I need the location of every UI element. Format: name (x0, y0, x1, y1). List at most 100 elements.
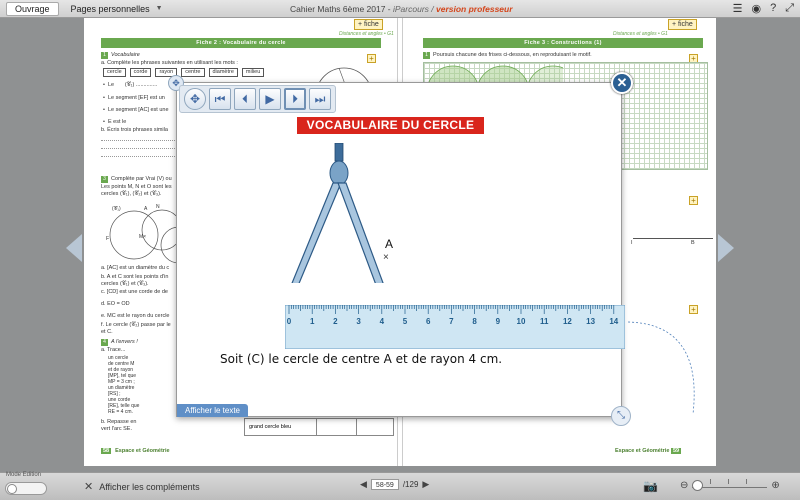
modal-title: VOCABULAIRE DU CERCLE (297, 117, 484, 134)
document-title: Cahier Maths 6ème 2017 - iParcours / ver… (290, 4, 513, 14)
close-icon[interactable]: ✕ (84, 480, 93, 493)
chevron-down-icon: ▼ (155, 5, 163, 12)
zoom-out-icon[interactable]: ⊖ (680, 480, 688, 491)
footer-text: Espace et Géométrie (615, 448, 670, 454)
ruler-number: 9 (496, 317, 501, 326)
skip-start-icon[interactable]: ⏮ (209, 88, 231, 110)
fiche-button[interactable]: + fiche (354, 19, 383, 30)
ruler-number: 7 (449, 317, 454, 326)
svg-text:M×: M× (139, 234, 146, 240)
word-box: diamètre (208, 68, 238, 77)
exercise-3-header: 3 Complète par Vrai (V) ou (101, 176, 172, 183)
mode-edition-label: Mode Edition (6, 472, 42, 478)
page-navigator: ◀ 58-59 /129 ▶ (360, 479, 429, 490)
move-icon[interactable]: ✥ (184, 88, 206, 110)
next-page-icon[interactable]: ▶ (422, 479, 429, 490)
previous-page-icon[interactable]: ◀ (360, 479, 367, 490)
tab-pages-personnelles[interactable]: Pages personnelles ▼ (71, 4, 163, 14)
svg-text:F: F (106, 236, 109, 242)
close-icon[interactable]: ✕ (611, 72, 633, 94)
zoom-in-icon[interactable]: ⊕ (771, 480, 779, 491)
exercise-number: 3 (101, 176, 108, 183)
exercise-3-text: Les points M, N et O sont les cercles (𝒞… (101, 184, 172, 197)
resize-icon[interactable]: ⤡ (611, 406, 631, 426)
ruler-number: 6 (426, 317, 431, 326)
fiche-button[interactable]: + fiche (668, 19, 697, 30)
ruler-number: 5 (403, 317, 408, 326)
zoom-slider-thumb[interactable] (692, 479, 704, 491)
word-box: corde (129, 68, 152, 77)
page-total: /129 (402, 480, 419, 489)
exercise-4-items: un cercle de centre M et de rayon [MP], … (108, 355, 140, 415)
question-d: d. EO = OD (101, 301, 130, 307)
line-text: Le segment [AC] est une (107, 107, 169, 113)
fullscreen-icon[interactable]: ⤢ (785, 2, 794, 15)
exercise-4-header: 4A l'envers ! (101, 339, 138, 346)
complements-toggle[interactable]: ✕ Afficher les compléments (84, 480, 200, 493)
table-cell: grand cercle bleu (245, 419, 317, 435)
exercise-number: 1 (101, 52, 108, 59)
ruler-number: 14 (609, 317, 618, 326)
exercise-1b: b. Écris trois phrases simila (101, 127, 168, 133)
line-text: Le segment [EF] est un (107, 95, 165, 101)
list-icon[interactable]: ☰ (733, 2, 743, 15)
top-toolbar: Ouvrage Pages personnelles ▼ Cahier Math… (0, 0, 800, 18)
exercise-4b: b. Repasse en vert l'arc SE. (101, 419, 136, 433)
zoom-tick (746, 478, 748, 484)
top-icons: ☰ ◉ ? ⤢ (733, 2, 794, 15)
title-version: version professeur (436, 4, 513, 14)
page-banner: Fiche 3 : Constructions (1) (423, 38, 703, 48)
next-page-arrow[interactable] (718, 234, 734, 262)
exercise-title: Complète par Vrai (V) ou (111, 176, 172, 182)
zoom-control: ⊖ ⊕ (680, 478, 780, 491)
show-text-button[interactable]: Afficher le texte (177, 404, 248, 417)
mode-edition-toggle[interactable] (5, 482, 47, 495)
section-tag: Distances et angles • G1 (613, 31, 668, 37)
word-box: milieu (241, 68, 265, 77)
toggle-knob (7, 484, 17, 494)
ruler-number: 8 (472, 317, 477, 326)
add-button[interactable]: + (689, 305, 698, 314)
add-button[interactable]: + (689, 196, 698, 205)
page-number: 58 (101, 448, 112, 454)
help-icon[interactable]: ? (770, 2, 776, 15)
question-e: e. MC est le rayon du cercle (101, 313, 170, 319)
zoom-slider[interactable] (692, 478, 768, 491)
page-banner: Fiche 2 : Vocabulaire du cercle (101, 38, 381, 48)
step-forward-icon[interactable]: ⏵ (284, 88, 306, 110)
exercise-1-text: 1 Poursuis chacune des frises ci-dessous,… (423, 52, 592, 59)
point-a-label: A (385, 237, 394, 251)
ruler-number: 4 (380, 317, 385, 326)
ruler-number: 2 (333, 317, 338, 326)
zoom-tick (710, 478, 712, 484)
tab-ouvrage[interactable]: Ouvrage (6, 1, 59, 16)
line-text: E est le (107, 119, 127, 125)
page-number: 59 (670, 448, 682, 454)
play-icon[interactable]: ▶ (259, 88, 281, 110)
line-ac: • Le segment [AC] est une (103, 107, 169, 113)
skip-end-icon[interactable]: ⏭ (309, 88, 331, 110)
exercise-1-header: 1 Vocabulaire (101, 52, 140, 59)
exercise-4a: a. Trace... (101, 347, 126, 353)
eye-icon[interactable]: ◉ (751, 2, 761, 15)
ruler-number: 0 (287, 317, 292, 326)
exercise-1a: a. Complète les phrases suivantes en uti… (101, 60, 238, 66)
question-b: b. A et C sont les points d'in cercles (… (101, 274, 169, 287)
complements-label: Afficher les compléments (99, 481, 200, 492)
arc-label: SE. (123, 426, 133, 432)
point-a-cross-icon: × (383, 252, 389, 263)
previous-page-arrow[interactable] (66, 234, 82, 262)
step-back-icon[interactable]: ⏴ (234, 88, 256, 110)
page-input[interactable]: 58-59 (370, 479, 399, 490)
camera-icon[interactable]: 📷 (643, 479, 658, 493)
ruler-number: 11 (540, 317, 549, 326)
question-f: f. Le cercle (𝒞₂) passe par le et C. (101, 322, 171, 335)
exercise-text: Poursuis chacune des frises ci-dessous, … (433, 52, 592, 58)
section-tag: Distances et angles • G1 (339, 31, 394, 37)
exercise-number: 1 (423, 52, 430, 59)
playback-controls: ✥ ⏮ ⏴ ▶ ⏵ ⏭ (179, 85, 336, 113)
svg-text:N: N (156, 204, 160, 210)
line-le: • Le (𝒞₁) .............. (103, 82, 158, 88)
bottom-toolbar: Mode Edition ✕ Afficher les compléments … (0, 472, 800, 500)
word-box: centre (181, 68, 205, 77)
